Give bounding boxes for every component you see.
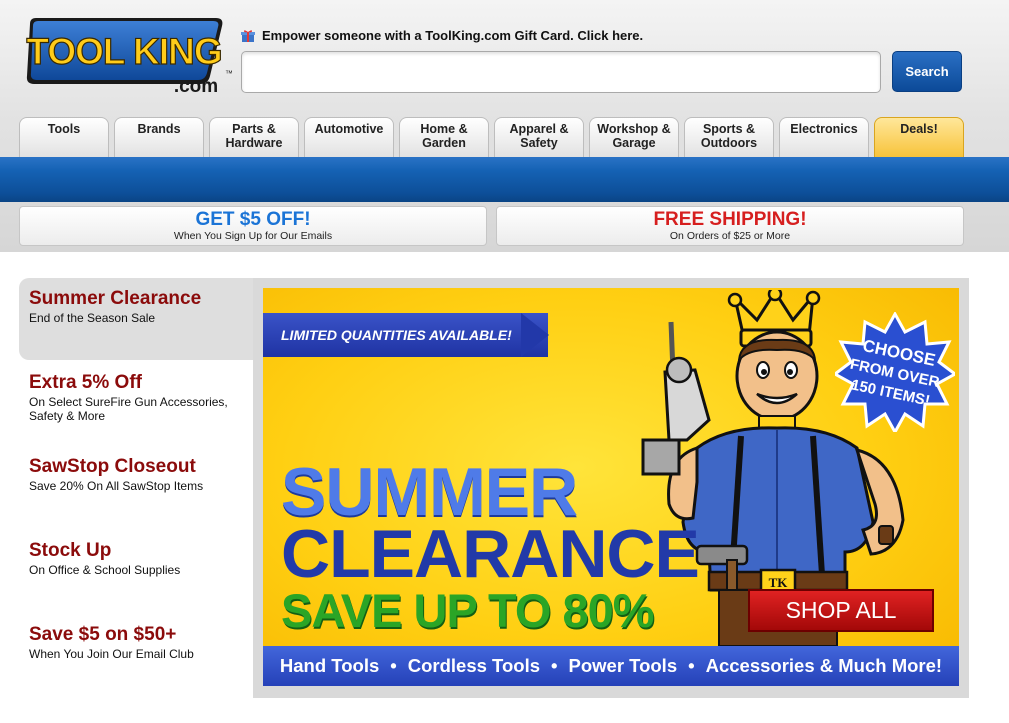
search-input[interactable] bbox=[241, 51, 881, 93]
tab-parts-hardware[interactable]: Parts & Hardware bbox=[209, 117, 299, 157]
summer-clearance-banner[interactable]: LIMITED QUANTITIES AVAILABLE! TK CHOOSE … bbox=[263, 288, 959, 686]
tab-tools[interactable]: Tools bbox=[19, 117, 109, 157]
promo-email-title: GET $5 OFF! bbox=[195, 209, 311, 230]
tab-automotive[interactable]: Automotive bbox=[304, 117, 394, 157]
banner-cat-accessories[interactable]: Accessories & Much More! bbox=[706, 655, 942, 677]
shop-all-button[interactable]: SHOP ALL bbox=[748, 589, 934, 632]
promo-email-sub: When You Sign Up for Our Emails bbox=[173, 230, 333, 242]
banner-headline-clearance: CLEARANCE bbox=[281, 516, 700, 592]
tab-workshop-garage[interactable]: Workshop & Garage bbox=[589, 117, 679, 157]
promo-email-signup[interactable]: GET $5 OFF! When You Sign Up for Our Ema… bbox=[19, 206, 487, 246]
sidebar-item-stock-up[interactable]: Stock Up On Office & School Supplies bbox=[19, 540, 253, 577]
sidebar-item-sawstop-closeout[interactable]: SawStop Closeout Save 20% On All SawStop… bbox=[19, 456, 253, 493]
sidebar-item-extra-5-off[interactable]: Extra 5% Off On Select SureFire Gun Acce… bbox=[19, 372, 253, 423]
bullet-dot: • bbox=[688, 655, 695, 676]
limited-quantities-ribbon: LIMITED QUANTITIES AVAILABLE! bbox=[263, 313, 548, 357]
banner-cat-hand-tools[interactable]: Hand Tools bbox=[280, 655, 379, 677]
banner-cat-power-tools[interactable]: Power Tools bbox=[569, 655, 678, 677]
belt-buckle-logo: TK bbox=[769, 575, 789, 590]
tab-apparel-safety[interactable]: Apparel & Safety bbox=[494, 117, 584, 157]
promo-shipping-sub: On Orders of $25 or More bbox=[669, 230, 791, 242]
tool-king-logo[interactable]: TOOL KING .com ™ bbox=[24, 14, 232, 96]
bullet-dot: • bbox=[390, 655, 397, 676]
gift-card-text: Empower someone with a ToolKing.com Gift… bbox=[262, 28, 644, 43]
tab-home-garden[interactable]: Home & Garden bbox=[399, 117, 489, 157]
tab-sports-outdoors[interactable]: Sports & Outdoors bbox=[684, 117, 774, 157]
nav-blue-bar bbox=[0, 157, 1009, 202]
tab-brands[interactable]: Brands bbox=[114, 117, 204, 157]
sidebar-item-summer-clearance[interactable]: Summer Clearance End of the Season Sale bbox=[19, 278, 253, 360]
promo-free-shipping[interactable]: FREE SHIPPING! On Orders of $25 or More bbox=[496, 206, 964, 246]
bullet-dot: • bbox=[551, 655, 558, 676]
sidebar-item-save-5-on-50[interactable]: Save $5 on $50+ When You Join Our Email … bbox=[19, 624, 253, 661]
banner-category-strip: Hand Tools • Cordless Tools • Power Tool… bbox=[263, 646, 959, 686]
logo-domain: .com bbox=[174, 76, 218, 96]
logo-wordmark: TOOL KING bbox=[26, 31, 221, 72]
gift-box-icon bbox=[241, 29, 255, 42]
banner-save-up-to: SAVE UP TO 80% bbox=[281, 584, 655, 637]
promo-shipping-title: FREE SHIPPING! bbox=[653, 209, 807, 230]
tab-electronics[interactable]: Electronics bbox=[779, 117, 869, 157]
gift-card-link[interactable]: Empower someone with a ToolKing.com Gift… bbox=[241, 28, 643, 43]
logo-trademark: ™ bbox=[225, 69, 232, 78]
choose-150-items-badge: CHOOSE FROM OVER 150 ITEMS! bbox=[835, 312, 955, 432]
category-nav: Tools Brands Parts & Hardware Automotive … bbox=[19, 117, 969, 157]
tab-deals[interactable]: Deals! bbox=[874, 117, 964, 157]
ribbon-tail bbox=[521, 313, 549, 357]
banner-cat-cordless-tools[interactable]: Cordless Tools bbox=[408, 655, 540, 677]
search-button[interactable]: Search bbox=[892, 51, 962, 92]
